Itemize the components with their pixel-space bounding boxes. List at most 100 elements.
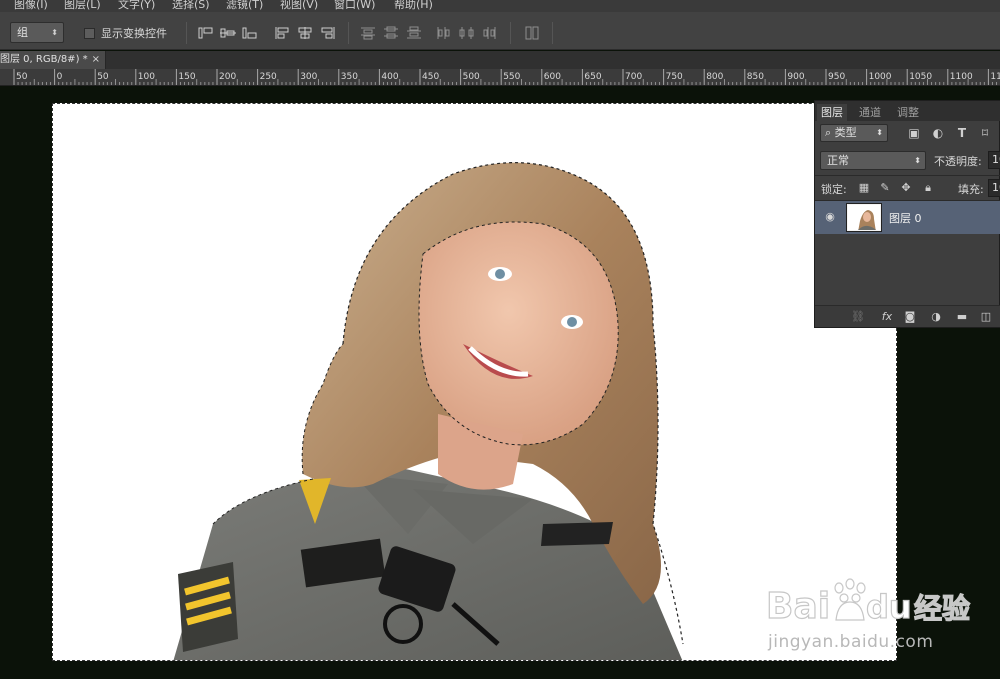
ruler-label: 900 <box>787 72 804 82</box>
ruler-label: 700 <box>625 72 642 82</box>
distribute-top-icon[interactable] <box>360 26 376 40</box>
ruler-label: 250 <box>260 72 277 82</box>
ruler-label: 650 <box>584 72 601 82</box>
menu-window[interactable]: 窗口(W) <box>334 0 375 12</box>
filter-kind-value: 类型 <box>834 126 857 139</box>
auto-select-value: 组 <box>17 26 28 39</box>
lock-position-icon[interactable]: ✥ <box>899 181 913 195</box>
align-hcenter-icon[interactable] <box>297 26 313 40</box>
ruler-label: 150 <box>178 72 195 82</box>
layers-panel-footer: ⛓ fx ◙ ◑ ▬ ◫ <box>815 305 1000 327</box>
updown-arrow-icon: ⬍ <box>876 128 883 137</box>
menu-view[interactable]: 视图(V) <box>280 0 318 12</box>
mask-icon[interactable]: ◙ <box>903 310 917 324</box>
watermark-url: jingyan.baidu.com <box>768 632 934 652</box>
ruler-label: 550 <box>503 72 520 82</box>
search-icon: ⌕ <box>825 126 832 139</box>
svg-text:Bai: Bai <box>766 586 830 626</box>
ruler-label: 500 <box>463 72 480 82</box>
layer-row[interactable]: ◉ 图层 0 <box>815 201 1000 234</box>
blend-mode-value: 正常 <box>827 154 849 167</box>
ruler-label: 1000 <box>869 72 892 82</box>
ruler-label: 1150 <box>990 72 1000 82</box>
menu-bar: 图像(I) 图层(L) 文字(Y) 选择(S) 滤镜(T) 视图(V) 窗口(W… <box>0 0 1000 12</box>
divider <box>510 22 511 44</box>
show-transform-checkbox[interactable] <box>84 28 95 39</box>
document-tab[interactable]: 图层 0, RGB/8#) * × <box>0 51 106 69</box>
ruler-label: 800 <box>706 72 723 82</box>
divider <box>552 22 553 44</box>
ruler-label: 400 <box>381 72 398 82</box>
adjustment-filter-icon[interactable]: ◐ <box>931 126 945 140</box>
horizontal-ruler[interactable]: 50 0 50 100 150 200 250 300 350 400 450 500 550 600 65… <box>0 69 1000 86</box>
fx-icon[interactable]: fx <box>877 310 897 324</box>
distribute-vcenter-icon[interactable] <box>383 26 399 40</box>
close-icon[interactable]: × <box>92 51 100 69</box>
blend-mode-dropdown[interactable]: 正常 ⬍ <box>820 151 926 170</box>
layer-name[interactable]: 图层 0 <box>889 210 922 226</box>
distribute-hcenter-icon[interactable] <box>459 26 475 40</box>
svg-text:du: du <box>866 588 912 626</box>
lock-all-icon[interactable]: 🔒︎ <box>921 181 935 195</box>
ruler-label: 300 <box>300 72 317 82</box>
align-top-icon[interactable] <box>198 26 214 40</box>
ruler-label: 950 <box>828 72 845 82</box>
lock-transparency-icon[interactable]: ▦ <box>857 181 871 195</box>
ruler-label: 850 <box>747 72 764 82</box>
menu-image[interactable]: 图像(I) <box>14 0 48 12</box>
align-left-icon[interactable] <box>274 26 290 40</box>
distribute-right-icon[interactable] <box>482 26 498 40</box>
ruler-label: 50 <box>97 72 109 82</box>
updown-arrow-icon: ⬍ <box>914 156 921 165</box>
fill-label: 填充: <box>958 183 984 196</box>
lock-label: 锁定: <box>821 183 847 196</box>
ruler-label: 1050 <box>909 72 932 82</box>
divider <box>815 175 1000 176</box>
distribute-bottom-icon[interactable] <box>406 26 422 40</box>
folder-icon[interactable]: ▬ <box>955 310 969 324</box>
tab-layers[interactable]: 图层 <box>817 104 847 121</box>
watermark: Bai du 经验 jingyan.baidu.com <box>766 576 986 656</box>
menu-select[interactable]: 选择(S) <box>172 0 210 12</box>
shape-filter-icon[interactable]: ⌑ <box>978 126 992 140</box>
filter-kind-dropdown[interactable]: ⌕ 类型 ⬍ <box>820 124 888 142</box>
tab-adjustments[interactable]: 调整 <box>893 104 923 121</box>
ruler-label: 100 <box>138 72 155 82</box>
lock-image-icon[interactable]: ✎ <box>878 181 892 195</box>
layer-thumbnail <box>846 203 882 232</box>
ruler-label: 0 <box>57 72 63 82</box>
align-right-icon[interactable] <box>320 26 336 40</box>
menu-help[interactable]: 帮助(H) <box>394 0 433 12</box>
image-filter-icon[interactable]: ▣ <box>907 126 921 140</box>
align-bottom-icon[interactable] <box>242 26 258 40</box>
menu-type[interactable]: 文字(Y) <box>118 0 155 12</box>
type-filter-icon[interactable]: T <box>955 126 969 140</box>
baidu-logo: Bai du 经验 <box>766 578 971 626</box>
document-title: 图层 0, RGB/8#) * <box>0 54 88 65</box>
fill-input[interactable]: 10 <box>988 179 1000 197</box>
layers-panel: 图层 通道 调整 ⌕ 类型 ⬍ ▣ ◐ T ⌑ 正常 ⬍ 不透明度: 10 锁定… <box>814 100 1000 328</box>
new-layer-icon[interactable]: ◫ <box>979 310 993 324</box>
adjustment-icon[interactable]: ◑ <box>929 310 943 324</box>
ruler-label: 200 <box>219 72 236 82</box>
ruler-label: 350 <box>341 72 358 82</box>
auto-select-dropdown[interactable]: 组 ⬍ <box>10 22 64 43</box>
eye-icon[interactable]: ◉ <box>823 210 837 224</box>
auto-align-icon[interactable] <box>524 26 540 40</box>
menu-filter[interactable]: 滤镜(T) <box>226 0 263 12</box>
tab-channels[interactable]: 通道 <box>855 104 885 121</box>
panel-tabs: 图层 通道 调整 <box>815 101 1000 121</box>
opacity-label: 不透明度: <box>934 155 982 168</box>
distribute-left-icon[interactable] <box>436 26 452 40</box>
align-vcenter-icon[interactable] <box>220 26 236 40</box>
opacity-input[interactable]: 10 <box>988 151 1000 169</box>
show-transform-label: 显示变换控件 <box>101 27 167 40</box>
divider <box>186 22 187 44</box>
ruler-label: 50 <box>16 72 28 82</box>
link-icon[interactable]: ⛓ <box>851 310 865 324</box>
svg-text:经验: 经验 <box>914 592 970 625</box>
face <box>419 222 619 445</box>
menu-layer[interactable]: 图层(L) <box>64 0 101 12</box>
updown-arrow-icon: ⬍ <box>51 28 58 37</box>
ruler-label: 1100 <box>950 72 973 82</box>
